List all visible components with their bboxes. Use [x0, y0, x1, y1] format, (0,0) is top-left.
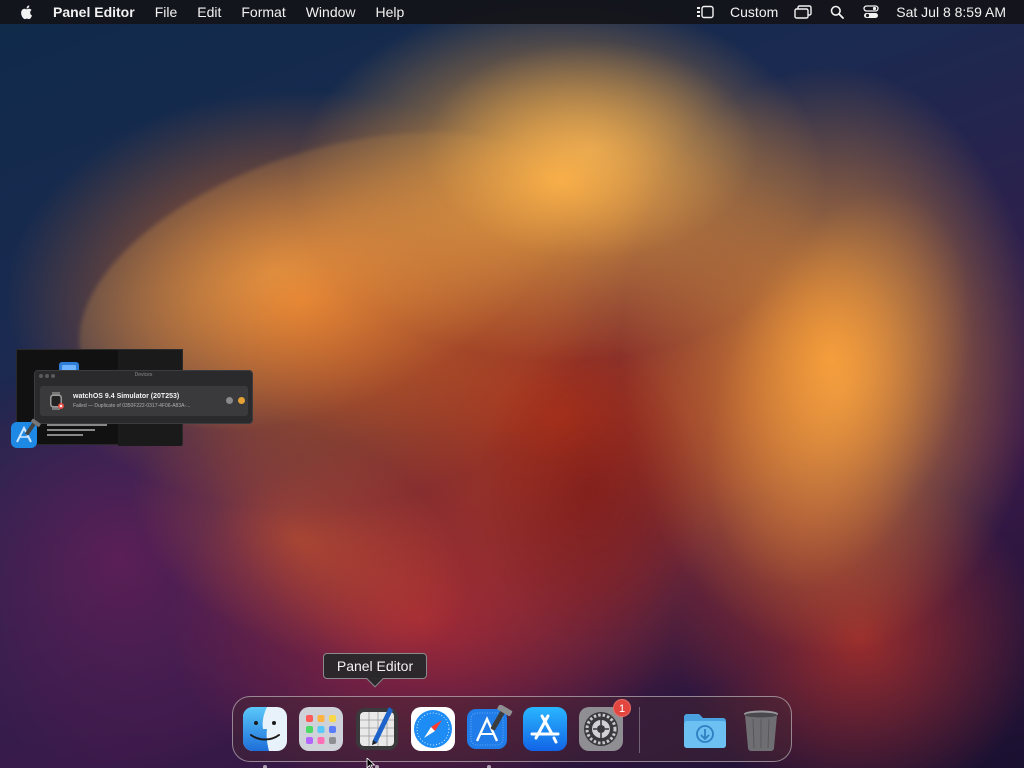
menu-bar: Panel Editor File Edit Format Window Hel… — [0, 0, 1024, 24]
app-menu[interactable]: Panel Editor — [53, 0, 145, 24]
downloads-folder-icon — [684, 714, 726, 748]
window-title: Devices — [134, 372, 153, 378]
file-menu[interactable]: File — [145, 0, 188, 24]
stage-manager-icon[interactable] — [696, 4, 714, 20]
dock-item-app-store[interactable] — [521, 705, 569, 753]
dock: 1 — [232, 696, 792, 768]
edit-menu[interactable]: Edit — [187, 0, 231, 24]
dock-separator — [639, 707, 640, 753]
screen-mirroring-icon[interactable] — [794, 4, 812, 20]
dock-item-finder[interactable] — [241, 705, 289, 768]
mouse-cursor-icon — [366, 758, 376, 768]
spotlight-search-icon[interactable] — [828, 4, 846, 20]
apple-menu-icon[interactable] — [19, 4, 35, 20]
warning-icon — [238, 397, 245, 404]
panel-editor-icon — [356, 707, 398, 750]
dock-tooltip: Panel Editor — [323, 653, 427, 688]
xcode-icon — [467, 705, 513, 749]
window-text-lines — [47, 424, 107, 438]
stage-manager-app-group[interactable]: Devices watchOS 9.4 Simulator (20T253) F… — [11, 348, 253, 448]
info-button-icon — [226, 397, 233, 404]
simulator-title: watchOS 9.4 Simulator (20T253) — [73, 393, 180, 400]
dock-item-trash[interactable] — [737, 705, 785, 753]
help-menu[interactable]: Help — [366, 0, 415, 24]
finder-icon — [243, 707, 287, 751]
window-titlebar: Devices — [35, 371, 252, 381]
dock-item-safari[interactable] — [409, 705, 457, 753]
devices-window-thumbnail: Devices watchOS 9.4 Simulator (20T253) F… — [34, 370, 253, 424]
apple-watch-icon — [50, 392, 64, 410]
dock-item-downloads[interactable] — [681, 705, 729, 753]
dock-item-launchpad[interactable] — [297, 705, 345, 753]
safari-icon — [411, 707, 455, 751]
trash-icon — [744, 710, 778, 751]
status-menus: Custom Sat Jul 8 8:59 AM — [688, 0, 1024, 24]
notification-badge: 1 — [613, 699, 631, 717]
dock-item-system-settings[interactable]: 1 — [577, 699, 631, 753]
app-store-icon — [523, 707, 567, 751]
launchpad-icon — [299, 707, 343, 751]
control-center-icon[interactable] — [862, 4, 880, 20]
window-menu[interactable]: Window — [296, 0, 366, 24]
menu-bar-clock[interactable]: Sat Jul 8 8:59 AM — [888, 4, 1024, 20]
xcode-app-icon — [11, 418, 41, 448]
simulator-row: watchOS 9.4 Simulator (20T253) Failed — … — [40, 386, 248, 416]
simulator-status: Failed — Duplicate of 0350F222-0317-4F06… — [73, 403, 191, 409]
dock-item-xcode[interactable] — [465, 705, 513, 768]
format-menu[interactable]: Format — [231, 0, 295, 24]
dock-item-panel-editor[interactable] — [353, 705, 401, 768]
custom-status-item[interactable]: Custom — [722, 4, 786, 20]
